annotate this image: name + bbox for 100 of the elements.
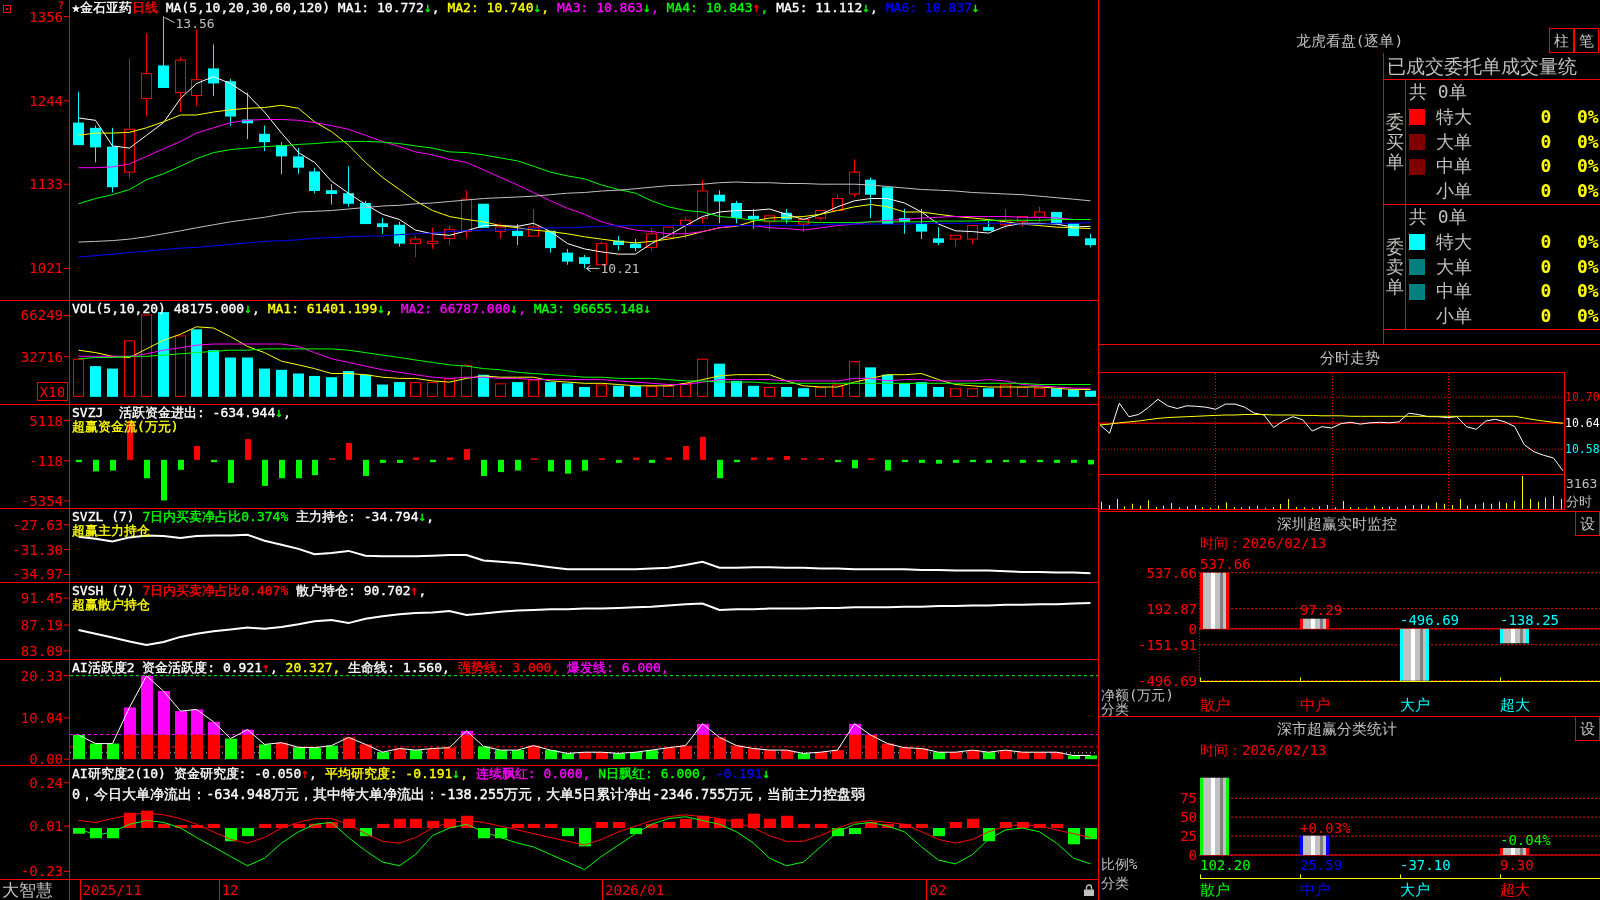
axis-label: -496.69 [1138,672,1197,689]
indicator-legend: SVZL (7) 7日内买卖净占比0.374% 主力持仓: -34.794↓, [72,510,435,524]
category-label: 中户 [1300,696,1330,714]
indicator-legend: ★金石亚药日线 MA(5,10,20,30,60,120) MA1: 10.772↓, MA2: 10.740↓, MA3: 10.863↓, MA4: 10.843↑, MA5: 11.112↓, MA6: 10.837↓ [72,1,980,15]
axis-label: 1133 [29,176,63,193]
order-share: 0% [1577,106,1599,128]
category-label: 大户 [1400,696,1430,714]
category-label: 散户 [1200,696,1230,714]
settings-button[interactable]: 设 [1575,717,1600,741]
axis-label: -34.97 [12,566,63,582]
axis-label: 192.87 [1146,600,1197,617]
value-label: 25.59 [1300,857,1343,873]
candle [680,216,691,239]
indicator-caption: 0，今日大单净流出：-634.948万元，其中特大单净流出：-138.255万元，大单5日累计净出-2346.755万元，当前主力控盘弱 [72,787,866,801]
order-share: 0% [1577,231,1599,253]
axis-label: 20.33 [20,667,63,684]
axis-title: 分类 [1101,701,1129,716]
candle [1034,206,1045,223]
axis-label: 1356 [29,8,63,25]
candle [107,127,118,193]
order-type-label: 特大 [1436,231,1473,253]
order-type-label: 中单 [1436,156,1473,178]
candle [849,158,860,198]
axis-title: 分时 [1566,493,1592,509]
order-count: 0 [1539,256,1553,278]
category-label: 超大 [1500,696,1530,714]
group-label: 委买单 [1385,112,1404,172]
candle [714,189,725,224]
indicator-legend: SVSH (7) 7日内买卖净占比0.407% 散户持仓: 90.702↑, [72,584,427,598]
candle [90,125,101,163]
axis-label: 10.58 [1565,442,1600,457]
category-label: 中户 [1300,881,1330,899]
value-label: -138.25 [1500,611,1559,628]
axis-label: 0.01 [29,818,63,835]
axis-label: 75 [1180,790,1197,807]
axis-title: 净额(万元) [1101,686,1174,703]
panel-title: 龙虎看盘(逐单) [1294,33,1405,52]
axis-label: -27.63 [12,516,63,533]
value-label: -496.69 [1400,611,1459,628]
candle [967,225,978,245]
candle [899,208,910,235]
axis-label: 32716 [20,348,63,365]
candle [832,194,843,212]
axis-label: 87.19 [20,617,63,634]
axis-label: 1244 [29,92,63,109]
candle [748,208,759,230]
axis-label: -151.91 [1138,636,1197,653]
settings-button[interactable]: 设 [1575,512,1600,536]
view-button[interactable]: 笔 [1574,28,1599,53]
candle [781,208,792,224]
order-count: 0 [1539,156,1553,178]
value-label: -37.10 [1400,857,1451,873]
help-mark: ? [58,0,65,11]
value-label: 102.20 [1200,857,1251,873]
order-share: 0% [1577,131,1599,153]
candle [663,226,674,239]
value-label: 9.30 [1500,857,1534,873]
order-count: 0 [1539,106,1553,128]
order-count: 0 [1539,281,1553,303]
view-button[interactable]: 柱 [1549,28,1574,53]
candle [73,91,84,146]
order-share: 0% [1577,156,1599,178]
candle [1017,216,1028,227]
date-label: 02 [929,881,947,900]
axis-label: -118 [29,452,63,469]
chart-subtitle: 时间：2026/02/13 [1200,742,1327,758]
order-type-label: 大单 [1436,256,1473,278]
chart-title: 分时走势 [1318,348,1381,369]
order-share: 0% [1577,181,1599,202]
axis-label: -31.30 [12,541,63,558]
square-icon [3,5,11,13]
axis-title: 比例% [1101,856,1138,872]
candle [882,186,893,225]
axis-label: 10.64 [1565,416,1600,431]
order-count: 0 [1539,231,1553,253]
axis-label: -0.23 [20,863,63,879]
date-label: 2026/01 [605,881,665,900]
volume-max-label: 3163 [1566,475,1598,491]
order-type-label: 小单 [1436,306,1473,327]
date-label: 2025/11 [82,881,142,900]
candle [798,216,809,233]
candle [731,200,742,224]
axis-label: 50 [1180,809,1197,826]
candle [646,227,657,251]
order-share: 0% [1577,281,1599,303]
indicator-caption: 超赢主力持仓 [72,524,150,538]
axis-label: 91.45 [20,590,63,607]
order-share: 0% [1577,306,1599,327]
candle [1068,222,1079,237]
order-total: 共 0单 [1409,207,1467,228]
axis-title: 分类 [1101,875,1129,891]
axis-label: 0.00 [29,751,63,765]
candle [950,234,961,248]
chart-title: 深圳超赢实时监控 [1276,514,1398,535]
candle [1085,233,1096,248]
value-label: 97.29 [1300,601,1343,618]
date-label: 12 [221,881,239,900]
order-count: 0 [1539,306,1553,327]
candle [865,176,876,219]
indicator-caption: 超赢散户持仓 [72,598,150,612]
